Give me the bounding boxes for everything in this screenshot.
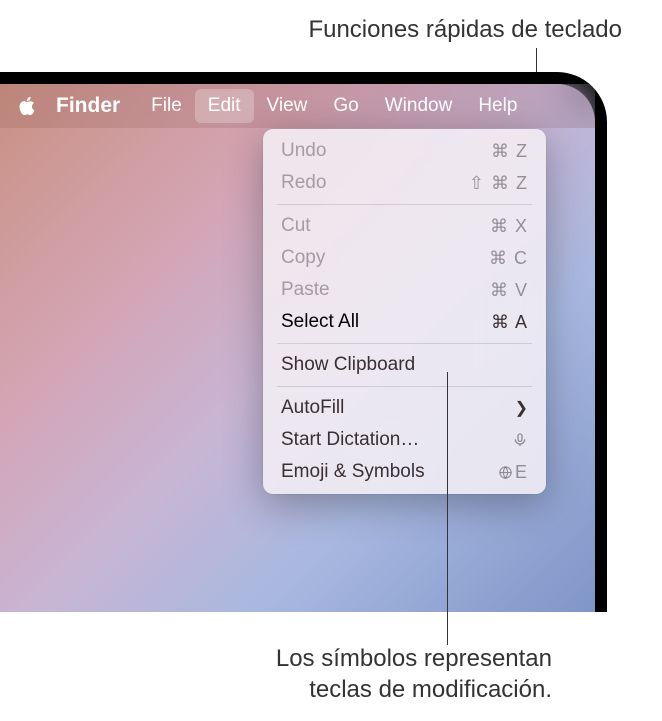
device-frame: Finder File Edit View Go Window Help Und… <box>0 72 607 612</box>
desktop-screen: Finder File Edit View Go Window Help Und… <box>0 84 595 612</box>
menu-start-dictation[interactable]: Start Dictation… <box>263 424 546 456</box>
menu-copy[interactable]: Copy ⌘ C <box>263 242 546 274</box>
menu-paste[interactable]: Paste ⌘ V <box>263 274 546 306</box>
menu-label: Undo <box>281 140 326 162</box>
apple-logo-icon[interactable] <box>16 95 38 117</box>
menu-label: Start Dictation… <box>281 429 419 451</box>
callout-line <box>447 372 448 645</box>
menu-cut[interactable]: Cut ⌘ X <box>263 210 546 242</box>
menubar: Finder File Edit View Go Window Help <box>0 84 595 128</box>
menu-redo[interactable]: Redo ⇧ ⌘ Z <box>263 167 546 199</box>
menu-undo[interactable]: Undo ⌘ Z <box>263 135 546 167</box>
menu-label: Copy <box>281 247 325 269</box>
menu-help[interactable]: Help <box>465 89 530 123</box>
app-name[interactable]: Finder <box>56 94 120 118</box>
shortcut-text: ⇧ ⌘ Z <box>469 173 528 194</box>
callout-top-label: Funciones rápidas de teclado <box>308 16 622 44</box>
menu-edit[interactable]: Edit <box>195 89 254 123</box>
menu-label: Redo <box>281 172 326 194</box>
edit-dropdown-menu: Undo ⌘ Z Redo ⇧ ⌘ Z Cut ⌘ X Copy ⌘ C Pas… <box>263 129 546 494</box>
callout-bottom-label: Los símbolos representan teclas de modif… <box>276 643 552 705</box>
chevron-right-icon: ❯ <box>515 398 528 418</box>
shortcut-text: E <box>498 462 528 483</box>
mic-icon <box>512 432 528 448</box>
menu-label: Paste <box>281 279 330 301</box>
shortcut-text: ⌘ X <box>490 216 528 237</box>
globe-icon <box>498 465 513 480</box>
shortcut-text: ⌘ A <box>491 312 528 333</box>
menu-show-clipboard[interactable]: Show Clipboard <box>263 349 546 381</box>
shortcut-text: ⌘ C <box>489 248 528 269</box>
menu-divider <box>277 343 532 344</box>
menu-view[interactable]: View <box>254 89 321 123</box>
menu-divider <box>277 204 532 205</box>
menu-file[interactable]: File <box>138 89 195 123</box>
menu-label: Show Clipboard <box>281 354 415 376</box>
menu-go[interactable]: Go <box>320 89 371 123</box>
menu-window[interactable]: Window <box>372 89 466 123</box>
menu-label: Select All <box>281 311 359 333</box>
menu-label: Cut <box>281 215 311 237</box>
shortcut-text: ⌘ V <box>490 280 528 301</box>
menu-select-all[interactable]: Select All ⌘ A <box>263 306 546 338</box>
menu-label: Emoji & Symbols <box>281 461 425 483</box>
menu-autofill[interactable]: AutoFill ❯ <box>263 392 546 424</box>
menu-label: AutoFill <box>281 397 344 419</box>
menu-emoji-symbols[interactable]: Emoji & Symbols E <box>263 456 546 488</box>
shortcut-text: ⌘ Z <box>491 141 528 162</box>
menu-divider <box>277 386 532 387</box>
